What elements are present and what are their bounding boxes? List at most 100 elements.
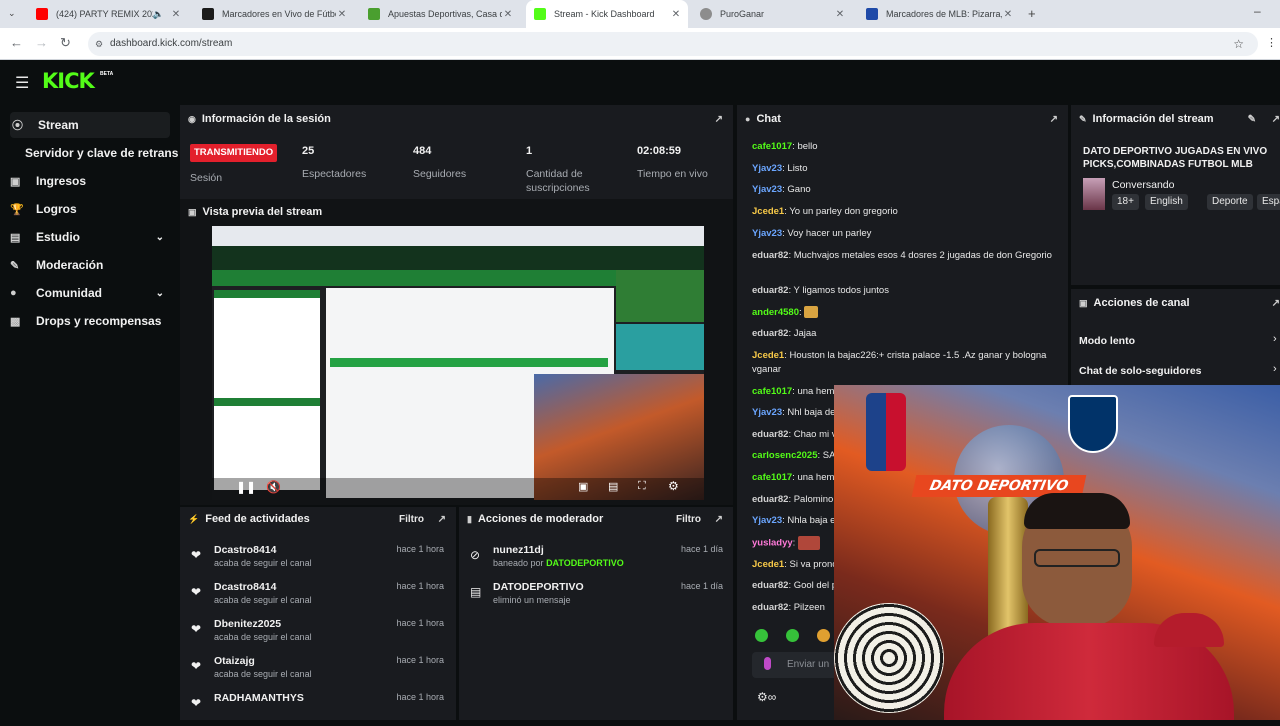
chat-username[interactable]: Yjav23 [752, 184, 782, 195]
theater-icon[interactable]: ▤ [608, 480, 618, 493]
heart-icon: ❤ [191, 659, 202, 673]
chat-username[interactable]: carlosenc2025 [752, 450, 818, 461]
chat-username[interactable]: Yjav23 [752, 163, 782, 174]
mod-action-by[interactable]: DATODEPORTIVO [546, 558, 624, 568]
browser-tab[interactable]: PuroGanar ✕ [692, 0, 852, 28]
fullscreen-icon[interactable]: ⛶ [638, 480, 646, 493]
stream-title-text: DATO DEPORTIVO JUGADAS EN VIVO PICKS,COM… [1083, 146, 1268, 170]
browser-tab[interactable]: Marcadores en Vivo de Fútbol ✕ [194, 0, 354, 28]
bookmark-star-icon[interactable]: ☆ [1233, 32, 1244, 56]
chat-username[interactable]: eduar82 [752, 250, 788, 261]
popout-icon[interactable]: ↗ [715, 114, 723, 125]
chat-username[interactable]: eduar82 [752, 328, 788, 339]
sidebar-item-logros[interactable]: 🏆 Logros [10, 196, 170, 222]
activity-username[interactable]: RADHAMANTHYS [214, 692, 304, 704]
popout-icon[interactable]: ↗ [715, 514, 723, 525]
tag-pill[interactable]: English [1145, 194, 1188, 210]
menu-icon[interactable]: ⋮ [1266, 36, 1277, 49]
tab-list-icon[interactable]: ⌄ [8, 8, 16, 19]
chat-username[interactable]: eduar82 [752, 285, 788, 296]
filter-button[interactable]: Filtro [399, 514, 424, 525]
sidebar-item-ingresos[interactable]: ▣ Ingresos [10, 168, 170, 194]
close-tab-icon[interactable]: ✕ [834, 9, 846, 20]
followers-only-toggle[interactable]: Chat de solo-seguidores [1079, 365, 1202, 377]
tag-pill[interactable]: Espa [1257, 194, 1280, 210]
back-icon[interactable]: ← [10, 35, 23, 50]
browser-tab-active[interactable]: Stream - Kick Dashboard ✕ [526, 0, 688, 28]
pause-icon[interactable]: ❚❚ [236, 480, 256, 494]
emote-shortcut-icon[interactable] [786, 629, 799, 642]
chat-username[interactable]: Yjav23 [752, 407, 782, 418]
chevron-down-icon[interactable]: ⌄ [156, 232, 164, 243]
chat-username[interactable]: eduar82 [752, 602, 788, 613]
activity-username[interactable]: Dcastro8414 [214, 544, 276, 556]
close-tab-icon[interactable]: ✕ [502, 9, 514, 20]
settings-gear-icon[interactable]: ⚙ [668, 479, 679, 493]
popout-icon[interactable]: ↗ [1272, 114, 1280, 125]
emote-shortcut-icon[interactable] [817, 629, 830, 642]
chat-username[interactable]: eduar82 [752, 429, 788, 440]
forward-icon[interactable]: → [35, 35, 48, 50]
chat-username[interactable]: Jcede1 [752, 559, 784, 570]
sidebar-item-comunidad[interactable]: ● Comunidad ⌄ [10, 280, 170, 306]
category-name[interactable]: Conversando [1112, 179, 1174, 191]
mod-target-username[interactable]: nunez11dj [493, 544, 544, 556]
panel-title: Información del stream [1092, 113, 1214, 125]
chevron-right-icon[interactable]: › [1273, 333, 1277, 345]
chat-username[interactable]: yusladyy [752, 538, 793, 549]
sidebar-item-estudio[interactable]: ▤ Estudio ⌄ [10, 224, 170, 250]
close-tab-icon[interactable]: ✕ [170, 9, 182, 20]
chat-username[interactable]: cafe1017 [752, 141, 792, 152]
pip-icon[interactable]: ▣ [578, 480, 588, 493]
activity-username[interactable]: Otaizajg [214, 655, 255, 667]
activity-desc: acaba de seguir el canal [214, 632, 312, 642]
minimize-icon[interactable]: – [1254, 4, 1261, 18]
edit-pencil-icon[interactable]: ✎ [1248, 114, 1256, 125]
chat-settings-icon[interactable]: ⚙∞ [757, 690, 776, 704]
speaker-icon[interactable]: 🔈 [153, 9, 164, 20]
close-tab-icon[interactable]: ✕ [336, 9, 348, 20]
ban-icon: ⊘ [470, 548, 481, 562]
slow-mode-toggle[interactable]: Modo lento [1079, 335, 1135, 347]
chat-username[interactable]: cafe1017 [752, 386, 792, 397]
tag-pill[interactable]: 18+ [1112, 194, 1139, 210]
popout-icon[interactable]: ↗ [438, 514, 446, 525]
browser-tab[interactable]: (424) PARTY REMIX 2025 - I 🔈 ✕ [28, 0, 188, 28]
sidebar-item-drops[interactable]: ▩ Drops y recompensas [10, 308, 170, 334]
hamburger-menu-icon[interactable]: ☰ [15, 73, 29, 93]
reload-icon[interactable]: ↻ [60, 35, 71, 51]
mod-target-username[interactable]: DATODEPORTIVO [493, 581, 584, 593]
chat-username[interactable]: Yjav23 [752, 228, 782, 239]
chat-username[interactable]: Jcede1 [752, 206, 784, 217]
sidebar-item-stream[interactable]: ⦿ Stream [10, 112, 170, 138]
browser-tab[interactable]: Marcadores de MLB: Pizarra, Re ✕ [858, 0, 1020, 28]
chat-username[interactable]: cafe1017 [752, 472, 792, 483]
mute-icon[interactable]: 🔇 [266, 480, 281, 494]
filter-button[interactable]: Filtro [676, 514, 701, 525]
activity-username[interactable]: Dcastro8414 [214, 581, 276, 593]
popout-icon[interactable]: ↗ [1272, 298, 1280, 309]
url-field[interactable]: ⚙ dashboard.kick.com/stream ☆ [88, 32, 1258, 56]
activity-username[interactable]: Dbenitez2025 [214, 618, 281, 630]
emote-shortcut-icon[interactable] [755, 629, 768, 642]
chevron-right-icon[interactable]: › [1273, 363, 1277, 375]
tag-pill[interactable]: Deporte [1207, 194, 1253, 210]
stream-video-player[interactable]: ❚❚ 🔇 ▣ ▤ ⛶ ⚙ [212, 226, 704, 500]
chat-username[interactable]: eduar82 [752, 580, 788, 591]
kick-logo[interactable]: KICK [42, 69, 95, 93]
close-tab-icon[interactable]: ✕ [670, 9, 682, 20]
sidebar-item-server-key[interactable]: Servidor y clave de retransmisión [25, 140, 178, 166]
microphone-icon[interactable] [764, 657, 771, 670]
browser-tab[interactable]: Apuestas Deportivas, Casa de A ✕ [360, 0, 520, 28]
site-info-icon[interactable]: ⚙ [95, 32, 103, 56]
chevron-down-icon[interactable]: ⌄ [156, 288, 164, 299]
webcam-overlay[interactable]: DATO DEPORTIVO [834, 385, 1280, 720]
close-tab-icon[interactable]: ✕ [1002, 9, 1014, 20]
chat-username[interactable]: eduar82 [752, 494, 788, 505]
sidebar-item-moderacion[interactable]: ✎ Moderación [10, 252, 170, 278]
popout-icon[interactable]: ↗ [1050, 114, 1058, 125]
chat-username[interactable]: Jcede1 [752, 350, 784, 361]
chat-username[interactable]: ander4580 [752, 307, 799, 318]
new-tab-icon[interactable]: + [1028, 6, 1036, 21]
chat-username[interactable]: Yjav23 [752, 515, 782, 526]
